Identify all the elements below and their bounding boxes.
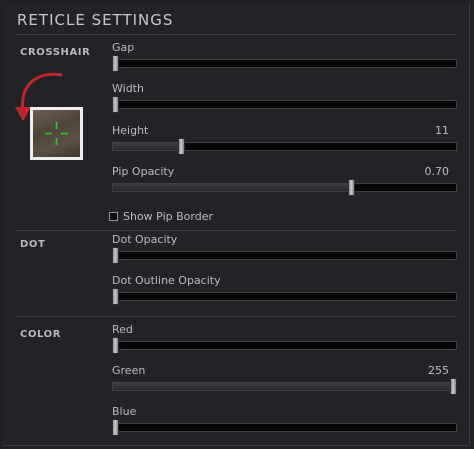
slider-value-height: 11 — [435, 124, 449, 137]
section-divider-dot — [15, 230, 457, 231]
pip-opacity-slider-fill — [113, 184, 354, 191]
slider-value-green: 255 — [428, 364, 449, 377]
height-slider-fill — [113, 143, 182, 150]
green-slider[interactable] — [112, 378, 457, 395]
gap-slider[interactable] — [112, 55, 457, 72]
reticle-settings-panel: RETICLE SETTINGS CROSSHAIR Gap Width Hei… — [3, 3, 470, 446]
dot-opacity-slider[interactable] — [112, 247, 457, 264]
width-slider-handle[interactable] — [112, 96, 119, 113]
dot-outline-opacity-slider[interactable] — [112, 288, 457, 305]
slider-label-width: Width — [112, 82, 144, 95]
section-label-dot: DOT — [20, 239, 46, 250]
panel-title: RETICLE SETTINGS — [17, 11, 174, 29]
slider-label-red: Red — [112, 323, 133, 336]
crosshair-preview — [30, 107, 83, 160]
height-slider-handle[interactable] — [178, 138, 185, 155]
dot-outline-opacity-slider-handle[interactable] — [112, 288, 119, 305]
show-pip-border-checkbox[interactable] — [109, 212, 118, 221]
slider-label-height: Height — [112, 124, 149, 137]
slider-label-dot-outline-opacity: Dot Outline Opacity — [112, 274, 221, 287]
title-divider — [15, 34, 457, 35]
slider-label-blue: Blue — [112, 405, 137, 418]
section-divider-color — [15, 316, 457, 317]
red-slider-handle[interactable] — [112, 337, 119, 354]
blue-slider[interactable] — [112, 419, 457, 436]
slider-label-gap: Gap — [112, 41, 135, 54]
green-slider-handle[interactable] — [450, 378, 457, 395]
gap-slider-handle[interactable] — [112, 55, 119, 72]
green-slider-fill — [113, 383, 456, 390]
section-label-crosshair: CROSSHAIR — [20, 47, 91, 58]
red-slider[interactable] — [112, 337, 457, 354]
pip-opacity-slider[interactable] — [112, 179, 457, 196]
dot-opacity-slider-handle[interactable] — [112, 247, 119, 264]
slider-label-dot-opacity: Dot Opacity — [112, 233, 178, 246]
pip-opacity-slider-handle[interactable] — [348, 179, 355, 196]
crosshair-icon — [45, 122, 68, 145]
show-pip-border-row[interactable]: Show Pip Border — [109, 210, 213, 223]
width-slider[interactable] — [112, 96, 457, 113]
show-pip-border-label: Show Pip Border — [123, 210, 213, 223]
blue-slider-handle[interactable] — [112, 419, 119, 436]
section-label-color: COLOR — [20, 329, 62, 340]
slider-label-pip-opacity: Pip Opacity — [112, 165, 175, 178]
slider-value-pip-opacity: 0.70 — [424, 165, 450, 178]
height-slider[interactable] — [112, 138, 457, 155]
slider-label-green: Green — [112, 364, 146, 377]
